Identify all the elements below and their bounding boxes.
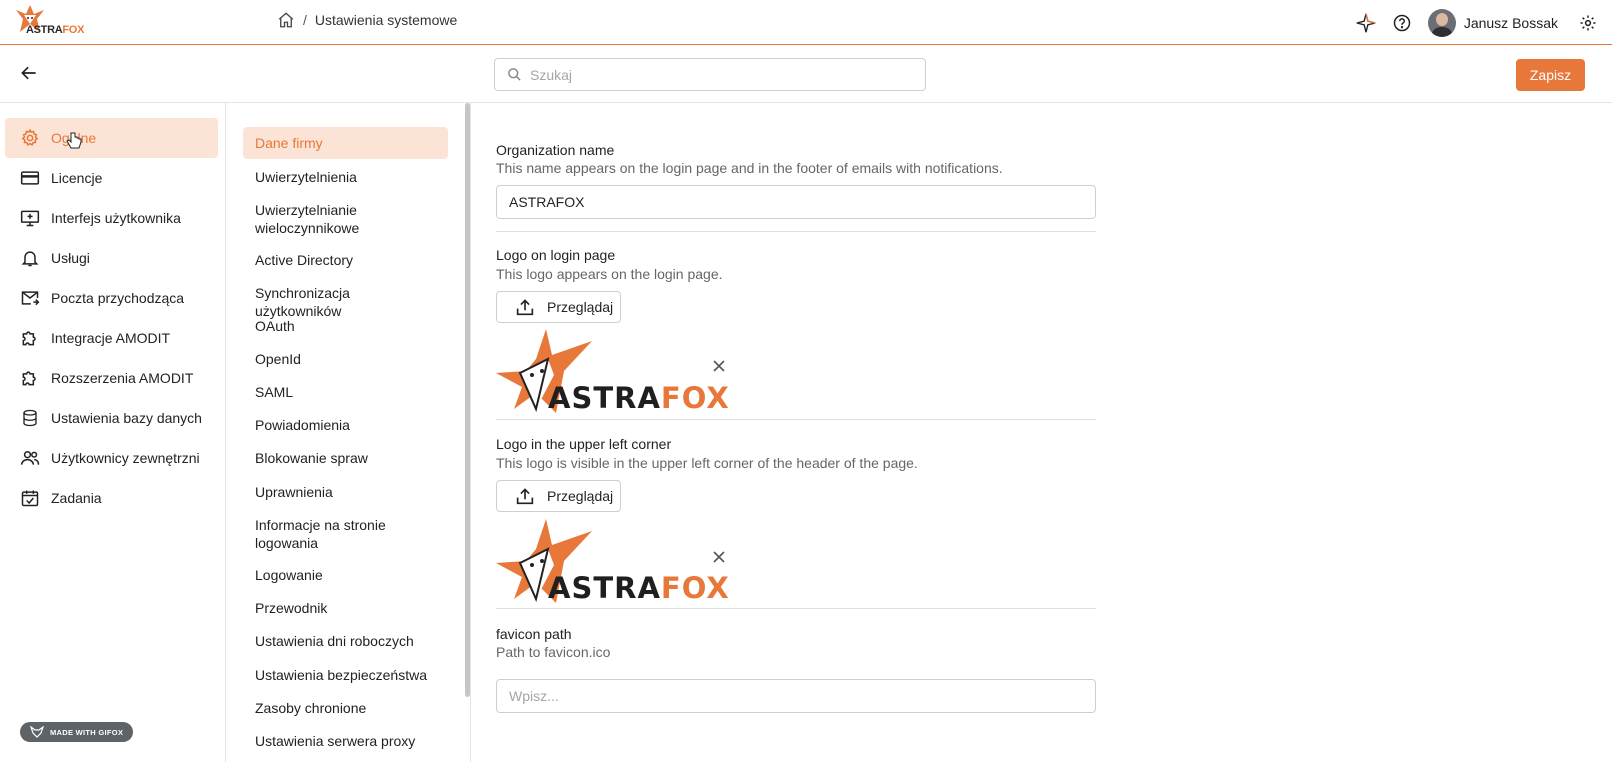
sidebar-item-licencje[interactable]: Licencje xyxy=(5,158,218,198)
subnav-item-proxy[interactable]: Ustawienia serwera proxy xyxy=(243,725,448,757)
favicon-input[interactable] xyxy=(496,679,1096,713)
logo-login-description: This logo appears on the login page. xyxy=(496,266,723,282)
close-icon[interactable] xyxy=(712,359,728,375)
logo-corner-preview: ASTRAFOX xyxy=(496,519,729,605)
subnav-item-dane-firmy[interactable]: Dane firmy xyxy=(243,127,448,159)
logo-corner-label: Logo in the upper left corner xyxy=(496,436,672,452)
sidebar-item-interfejs[interactable]: Interfejs użytkownika xyxy=(5,198,218,238)
sidebar-item-label: Rozszerzenia AMODIT xyxy=(51,370,194,386)
logo-login-browse-button[interactable]: Przeglądaj xyxy=(496,291,621,323)
org-name-label: Organization name xyxy=(496,142,615,158)
org-name-input[interactable] xyxy=(496,185,1096,219)
sidebar-item-label: Poczta przychodząca xyxy=(51,290,185,306)
top-bar: ASTRAFOX / Ustawienia systemowe Janusz B… xyxy=(0,0,1612,45)
subnav-item-bezpieczenstwo[interactable]: Ustawienia bezpieczeństwa xyxy=(243,659,448,691)
calendar-check-icon xyxy=(19,487,41,509)
subnav-item-logowanie[interactable]: Logowanie xyxy=(243,559,448,591)
toolbar: Zapisz xyxy=(0,46,1612,103)
breadcrumb-current[interactable]: Ustawienia systemowe xyxy=(315,12,457,28)
sidebar-item-label: Usługi xyxy=(51,250,90,266)
gear-icon xyxy=(19,127,41,149)
settings-gear-icon[interactable] xyxy=(1576,11,1600,35)
upload-icon xyxy=(516,488,534,505)
sidebar-item-ogolne[interactable]: Ogólne xyxy=(5,118,218,158)
logo-corner-description: This logo is visible in the upper left c… xyxy=(496,455,918,471)
subnav-item-zasoby[interactable]: Zasoby chronione xyxy=(243,692,448,724)
subnav-item-uwierzytelnienia[interactable]: Uwierzytelnienia xyxy=(243,161,448,193)
users-icon xyxy=(19,447,41,469)
divider xyxy=(496,231,1096,232)
sidebar-item-uslugi[interactable]: Usługi xyxy=(5,238,218,278)
user-name[interactable]: Janusz Bossak xyxy=(1464,15,1558,31)
browse-label: Przeglądaj xyxy=(547,299,614,315)
subnav-item-active-directory[interactable]: Active Directory xyxy=(243,244,448,276)
logo-login-preview: ASTRAFOX xyxy=(496,329,729,415)
sidebar-item-rozszerzenia[interactable]: Rozszerzenia AMODIT xyxy=(5,358,218,398)
subnav-item-saml[interactable]: SAML xyxy=(243,376,448,408)
sparkle-icon[interactable] xyxy=(1354,11,1378,35)
help-icon[interactable] xyxy=(1390,11,1414,35)
subnav-item-przewodnik[interactable]: Przewodnik xyxy=(243,592,448,624)
search-icon xyxy=(507,67,522,82)
mail-icon xyxy=(19,287,41,309)
subnav-item-uprawnienia[interactable]: Uprawnienia xyxy=(243,476,448,508)
hand-cursor-icon xyxy=(66,132,82,155)
back-arrow-icon[interactable] xyxy=(19,63,41,85)
save-button[interactable]: Zapisz xyxy=(1516,59,1585,91)
bell-icon xyxy=(19,247,41,269)
sidebar-item-zadania[interactable]: Zadania xyxy=(5,478,218,518)
divider xyxy=(496,419,1096,420)
puzzle-icon xyxy=(19,367,41,389)
browse-label: Przeglądaj xyxy=(547,488,614,504)
sidebar-item-label: Licencje xyxy=(51,170,103,186)
subnav-item-powiadomienia[interactable]: Powiadomienia xyxy=(243,409,448,441)
search-input[interactable] xyxy=(530,66,910,83)
database-icon xyxy=(19,407,41,429)
settings-subnav: Dane firmy Uwierzytelnienia Uwierzytelni… xyxy=(227,103,471,762)
subnav-item-oauth[interactable]: OAuth xyxy=(243,310,448,342)
logo-login-word: ASTRAFOX xyxy=(548,381,730,415)
monitor-icon xyxy=(19,207,41,229)
upload-icon xyxy=(516,299,534,316)
logo-corner-browse-button[interactable]: Przeglądaj xyxy=(496,480,621,512)
breadcrumb-separator: / xyxy=(303,12,307,28)
search-box xyxy=(494,58,926,91)
puzzle-icon xyxy=(19,327,41,349)
subnav-scrollbar[interactable] xyxy=(465,103,470,697)
favicon-description: Path to favicon.ico xyxy=(496,644,611,660)
gifox-badge: MADE WITH GIFOX xyxy=(20,722,133,742)
logo-corner-word: ASTRAFOX xyxy=(548,571,730,605)
sidebar-item-poczta[interactable]: Poczta przychodząca xyxy=(5,278,218,318)
credit-card-icon xyxy=(19,167,41,189)
close-icon[interactable] xyxy=(712,550,728,566)
org-name-description: This name appears on the login page and … xyxy=(496,160,1003,176)
breadcrumb: / Ustawienia systemowe xyxy=(277,11,457,29)
sidebar-item-label: Ustawienia bazy danych xyxy=(51,410,202,426)
fox-icon xyxy=(30,726,44,738)
header-actions: Janusz Bossak xyxy=(1354,8,1612,38)
avatar[interactable] xyxy=(1427,9,1456,37)
logo-login-label: Logo on login page xyxy=(496,247,616,263)
sidebar-item-integracje[interactable]: Integracje AMODIT xyxy=(5,318,218,358)
divider xyxy=(496,608,1096,609)
sidebar-item-uzytkownicy[interactable]: Użytkownicy zewnętrzni xyxy=(5,438,218,478)
app-logo[interactable]: ASTRAFOX xyxy=(12,4,88,38)
home-icon[interactable] xyxy=(277,11,295,29)
sidebar-item-label: Zadania xyxy=(51,490,102,506)
sidebar-item-label: Użytkownicy zewnętrzni xyxy=(51,450,200,466)
gifox-badge-label: MADE WITH GIFOX xyxy=(50,727,124,737)
app-logo-text: ASTRAFOX xyxy=(26,24,85,36)
subnav-item-mfa[interactable]: Uwierzytelnianie wieloczynnikowe xyxy=(243,194,448,244)
subnav-item-openid[interactable]: OpenId xyxy=(243,343,448,375)
sidebar-item-bazy-danych[interactable]: Ustawienia bazy danych xyxy=(5,398,218,438)
subnav-item-dni-robocze[interactable]: Ustawienia dni roboczych xyxy=(243,625,448,657)
sidebar-item-label: Interfejs użytkownika xyxy=(51,210,181,226)
subnav-item-blokowanie[interactable]: Blokowanie spraw xyxy=(243,442,448,474)
favicon-label: favicon path xyxy=(496,626,572,642)
sidebar: Ogólne Licencje Interfejs użytkownika Us… xyxy=(0,103,226,762)
sidebar-item-label: Integracje AMODIT xyxy=(51,330,171,346)
subnav-item-informacje-logowania[interactable]: Informacje na stronie logowania xyxy=(243,509,448,559)
